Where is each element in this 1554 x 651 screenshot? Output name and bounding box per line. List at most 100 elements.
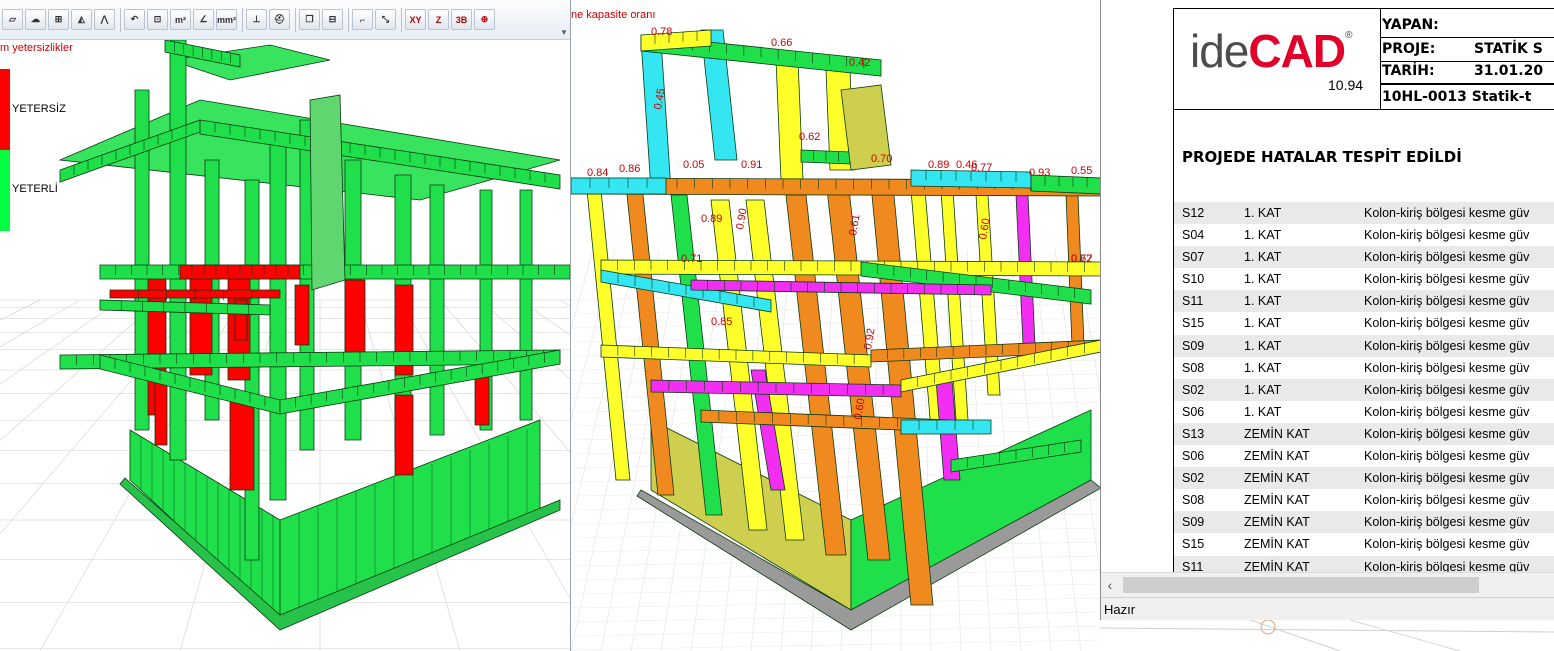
middle-3d-viewport[interactable]: 0.78 0.66 0.42 0.45 0.62 0.05 0.91 0.70 0.89 0.46…: [570, 0, 1100, 651]
left-view-title: m yetersizlikler: [0, 42, 73, 54]
rotate-measure-icon[interactable]: ↶: [124, 9, 145, 30]
tile-windows-icon[interactable]: ⊟: [322, 9, 343, 30]
polygon-select-icon[interactable]: ▱: [2, 9, 23, 30]
header-tarih-row: TARİH: 31.01.20: [1382, 60, 1543, 82]
dimension-icon[interactable]: ⤡: [375, 9, 396, 30]
zigzag-icon[interactable]: ⋀: [94, 9, 115, 30]
grid-select-icon[interactable]: ⊞: [48, 9, 69, 30]
angle-icon[interactable]: ∠: [193, 9, 214, 30]
report-panel: ideCAD® 10.94 YAPAN: PROJE: STATİK S TARİ…: [1100, 0, 1554, 620]
ucs-axis-icon[interactable]: ⌐: [352, 9, 373, 30]
header-divider: [1380, 83, 1554, 85]
column: [429, 184, 445, 436]
elevation-icon[interactable]: ⊥: [246, 9, 267, 30]
legend-sufficient-label: YETERLİ: [12, 183, 58, 195]
column: [775, 59, 804, 181]
error-floor: 1. KAT: [1244, 338, 1282, 353]
triangle-icon[interactable]: ◭: [71, 9, 92, 30]
error-row[interactable]: S13 ZEMİN KAT Kolon-kiriş bölgesi kesme gü…: [1174, 422, 1554, 446]
header-proje-label: PROJE:: [1382, 41, 1436, 57]
toolbar-overflow-icon[interactable]: ▾: [558, 2, 570, 38]
error-floor: 1. KAT: [1244, 316, 1282, 331]
legend-insufficient-swatch: [0, 69, 10, 150]
error-row[interactable]: S02 ZEMİN KAT Kolon-kiriş bölgesi kesme gü…: [1174, 467, 1554, 490]
error-column-id: S10: [1182, 272, 1205, 287]
error-row[interactable]: S11 ZEMİN KAT Kolon-kiriş bölgesi kesme gü…: [1174, 555, 1554, 573]
error-row[interactable]: S12 1. KAT Kolon-kiriş bölgesi kesme güv: [1174, 202, 1554, 225]
report-header: ideCAD® 10.94 YAPAN: PROJE: STATİK S TARİ…: [1174, 8, 1554, 110]
error-row[interactable]: S09 1. KAT Kolon-kiriş bölgesi kesme güv: [1174, 334, 1554, 357]
errors-heading: PROJEDE HATALAR TESPİT EDİLDİ: [1182, 148, 1462, 166]
left-model-canvas[interactable]: [0, 0, 570, 651]
capacity-ratio-label: 0.84: [587, 167, 608, 179]
left-3d-viewport[interactable]: ▱ ☁ ⊞ ◭ ⋀ ↶ ⊡ m² ∠ mm² ⊥ ⛑ ❐ ⊟ ⌐ ⤡ XY Z 3B ⊕ ▾ m yetersizlik…: [0, 0, 570, 651]
capacity-ratio-label: 0.66: [771, 37, 792, 49]
header-yapan-row: YAPAN:: [1382, 14, 1474, 36]
capacity-ratio-label: 0.89: [928, 159, 949, 171]
error-column-id: S13: [1182, 426, 1205, 441]
capacity-ratio-label: 0.62: [799, 131, 820, 143]
cloud-select-icon[interactable]: ☁: [25, 9, 46, 30]
error-description: Kolon-kiriş bölgesi kesme güv: [1364, 272, 1530, 287]
error-column-id: S06: [1182, 449, 1205, 464]
error-floor: 1. KAT: [1244, 360, 1282, 375]
error-row[interactable]: S06 1. KAT Kolon-kiriş bölgesi kesme güv: [1174, 401, 1554, 423]
window-icon[interactable]: ❐: [299, 9, 320, 30]
view-xy-icon[interactable]: XY: [405, 9, 426, 30]
error-description: Kolon-kiriş bölgesi kesme güv: [1364, 360, 1530, 375]
logo-version: 10.94: [1328, 77, 1364, 93]
toolbar-separator: [348, 7, 349, 32]
error-description: Kolon-kiriş bölgesi kesme güv: [1364, 426, 1530, 441]
horizontal-scrollbar[interactable]: ‹: [1101, 572, 1554, 598]
logo-ide-text: ide: [1190, 25, 1249, 77]
helmet-icon[interactable]: ⛑: [269, 9, 290, 30]
column: [229, 394, 255, 491]
error-column-id: S09: [1182, 515, 1205, 530]
error-row[interactable]: S15 1. KAT Kolon-kiriş bölgesi kesme güv: [1174, 312, 1554, 334]
error-description: Kolon-kiriş bölgesi kesme güv: [1364, 316, 1530, 331]
area-m2-icon[interactable]: m²: [170, 9, 191, 30]
scroll-left-arrow-icon[interactable]: ‹: [1103, 577, 1117, 593]
header-tarih-value: 31.01.20: [1474, 63, 1544, 79]
view-3d-icon[interactable]: 3B: [451, 9, 472, 30]
error-column-id: S02: [1182, 471, 1205, 486]
column: [169, 39, 187, 461]
error-row[interactable]: S08 1. KAT Kolon-kiriş bölgesi kesme güv: [1174, 357, 1554, 379]
ruler-icon[interactable]: ⊡: [147, 9, 168, 30]
error-row[interactable]: S08 ZEMİN KAT Kolon-kiriş bölgesi kesme gü…: [1174, 489, 1554, 511]
capacity-ratio-label: 0.77: [1071, 253, 1092, 265]
error-row[interactable]: S07 1. KAT Kolon-kiriş bölgesi kesme güv: [1174, 246, 1554, 269]
error-floor: 1. KAT: [1244, 272, 1282, 287]
error-description: Kolon-kiriş bölgesi kesme güv: [1364, 250, 1530, 265]
scrollbar-thumb[interactable]: [1123, 577, 1479, 593]
error-column-id: S06: [1182, 404, 1205, 419]
error-row[interactable]: S06 ZEMİN KAT Kolon-kiriş bölgesi kesme gü…: [1174, 445, 1554, 467]
error-row[interactable]: S09 ZEMİN KAT Kolon-kiriş bölgesi kesme gü…: [1174, 511, 1554, 534]
toolbar-separator: [242, 7, 243, 32]
middle-model-canvas[interactable]: 0.780.660.420.450.620.05 0.91 0.70 0.89 0.46…: [571, 0, 1100, 651]
idecad-logo: ideCAD® 10.94: [1174, 9, 1381, 109]
error-floor: ZEMİN KAT: [1244, 449, 1310, 464]
error-row[interactable]: S02 1. KAT Kolon-kiriş bölgesi kesme güv: [1174, 378, 1554, 401]
area-mm2-icon[interactable]: mm²: [216, 9, 237, 30]
capacity-ratio-label: 0.42: [849, 57, 870, 69]
header-proje-value: STATİK S: [1474, 41, 1543, 57]
legend-insufficient-label: YETERSİZ: [12, 103, 66, 115]
toolbar-separator: [295, 7, 296, 32]
report-document-area[interactable]: ideCAD® 10.94 YAPAN: PROJE: STATİK S TARİ…: [1101, 0, 1554, 572]
error-row[interactable]: S15 ZEMİN KAT Kolon-kiriş bölgesi kesme gü…: [1174, 533, 1554, 555]
error-description: Kolon-kiriş bölgesi kesme güv: [1364, 404, 1530, 419]
zoom-extents-icon[interactable]: ⊕: [474, 9, 495, 30]
result-legend: [0, 69, 10, 231]
error-description: Kolon-kiriş bölgesi kesme güv: [1364, 382, 1530, 397]
status-bar: Hazır: [1101, 597, 1554, 620]
view-z-icon[interactable]: Z: [428, 9, 449, 30]
error-row[interactable]: S10 1. KAT Kolon-kiriş bölgesi kesme güv: [1174, 268, 1554, 290]
capacity-ratio-label: 0.93: [1029, 167, 1050, 179]
column: [519, 189, 533, 421]
error-description: Kolon-kiriş bölgesi kesme güv: [1364, 559, 1530, 573]
error-description: Kolon-kiriş bölgesi kesme güv: [1364, 228, 1530, 243]
error-row[interactable]: S04 1. KAT Kolon-kiriş bölgesi kesme güv: [1174, 224, 1554, 246]
error-column-id: S11: [1182, 559, 1204, 573]
error-row[interactable]: S11 1. KAT Kolon-kiriş bölgesi kesme güv: [1174, 290, 1554, 313]
